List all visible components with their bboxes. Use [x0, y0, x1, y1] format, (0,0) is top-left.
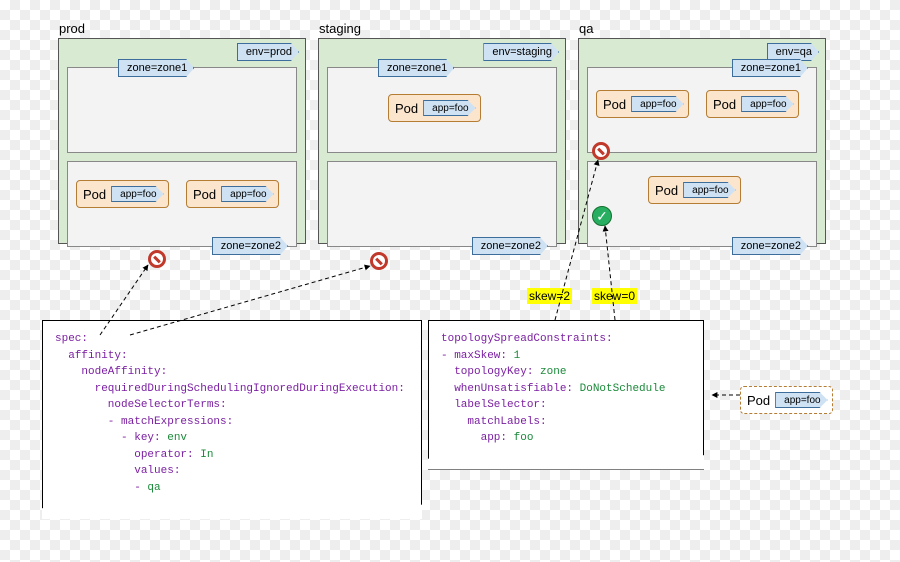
pod: Pod app=foo [186, 180, 279, 208]
pod-label: Pod [603, 97, 626, 112]
cluster-title-staging: staging [319, 21, 361, 36]
zone-qa-2: zone=zone2 Pod app=foo [587, 161, 817, 247]
pod: Pod app=foo [706, 90, 799, 118]
pod-app-tag: app=foo [221, 186, 273, 202]
accept-icon [592, 206, 612, 226]
yaml-spec-affinity: spec: affinity: nodeAffinity: requiredDu… [42, 320, 422, 519]
pod-label: Pod [747, 393, 770, 408]
pod: Pod app=foo [596, 90, 689, 118]
pod-label: Pod [655, 183, 678, 198]
cluster-prod: prod env=prod zone=zone1 zone=zone2 Pod … [58, 38, 306, 244]
pod-label: Pod [193, 187, 216, 202]
pod-app-tag: app=foo [423, 100, 475, 116]
skew-label: skew=0 [592, 288, 637, 304]
zone-label-qa-2: zone=zone2 [732, 237, 808, 255]
zone-label-staging-2: zone=zone2 [472, 237, 548, 255]
zone-prod-2: zone=zone2 Pod app=foo Pod app=foo [67, 161, 297, 247]
skew-label: skew=2 [527, 288, 572, 304]
pod-app-tag: app=foo [775, 392, 827, 408]
pod-app-tag: app=foo [631, 96, 683, 112]
env-tag-prod: env=prod [237, 43, 299, 61]
diagram-stage: prod env=prod zone=zone1 zone=zone2 Pod … [0, 0, 900, 562]
env-tag-staging: env=staging [483, 43, 559, 61]
zone-prod-1: zone=zone1 [67, 67, 297, 153]
pod-app-tag: app=foo [741, 96, 793, 112]
cluster-title-qa: qa [579, 21, 593, 36]
pod-label: Pod [713, 97, 736, 112]
pod-app-tag: app=foo [111, 186, 163, 202]
cluster-staging: staging env=staging zone=zone1 Pod app=f… [318, 38, 566, 244]
deny-icon [592, 142, 610, 160]
zone-label-staging-1: zone=zone1 [378, 59, 454, 77]
deny-icon [148, 250, 166, 268]
pod: Pod app=foo [648, 176, 741, 204]
pod-label: Pod [395, 101, 418, 116]
cluster-title-prod: prod [59, 21, 85, 36]
yaml-spread-constraints: topologySpreadConstraints: - maxSkew: 1 … [428, 320, 704, 470]
pod: Pod app=foo [388, 94, 481, 122]
pod: Pod app=foo [76, 180, 169, 208]
floating-pod: Pod app=foo [740, 386, 833, 414]
cluster-qa: qa env=qa zone=zone1 Pod app=foo Pod app… [578, 38, 826, 244]
zone-qa-1: zone=zone1 Pod app=foo Pod app=foo [587, 67, 817, 153]
deny-icon [370, 252, 388, 270]
env-tag-qa: env=qa [767, 43, 819, 61]
pod-label: Pod [83, 187, 106, 202]
zone-staging-1: zone=zone1 Pod app=foo [327, 67, 557, 153]
pod-app-tag: app=foo [683, 182, 735, 198]
zone-staging-2: zone=zone2 [327, 161, 557, 247]
zone-label-prod-1: zone=zone1 [118, 59, 194, 77]
zone-label-qa-1: zone=zone1 [732, 59, 808, 77]
zone-label-prod-2: zone=zone2 [212, 237, 288, 255]
